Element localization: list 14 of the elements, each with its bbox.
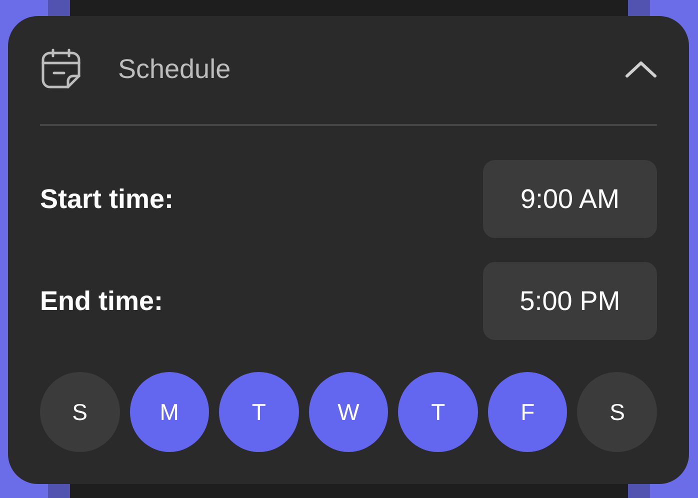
time-label: Start time: xyxy=(40,184,174,214)
chevron-up-icon[interactable] xyxy=(625,60,657,78)
time-picker[interactable]: 9:00 AM xyxy=(483,160,657,238)
day-toggle[interactable]: M xyxy=(130,372,210,452)
day-toggle[interactable]: S xyxy=(577,372,658,452)
time-picker[interactable]: 5:00 PM xyxy=(483,262,657,340)
time-label: End time: xyxy=(40,286,164,316)
day-toggle[interactable]: F xyxy=(488,372,568,452)
section-title: Schedule xyxy=(118,54,232,85)
day-toggle[interactable]: T xyxy=(398,372,478,452)
day-toggle[interactable]: S xyxy=(40,372,120,452)
day-toggle[interactable]: W xyxy=(308,372,388,452)
calendar-icon xyxy=(40,48,82,90)
day-toggle[interactable]: T xyxy=(219,372,299,452)
